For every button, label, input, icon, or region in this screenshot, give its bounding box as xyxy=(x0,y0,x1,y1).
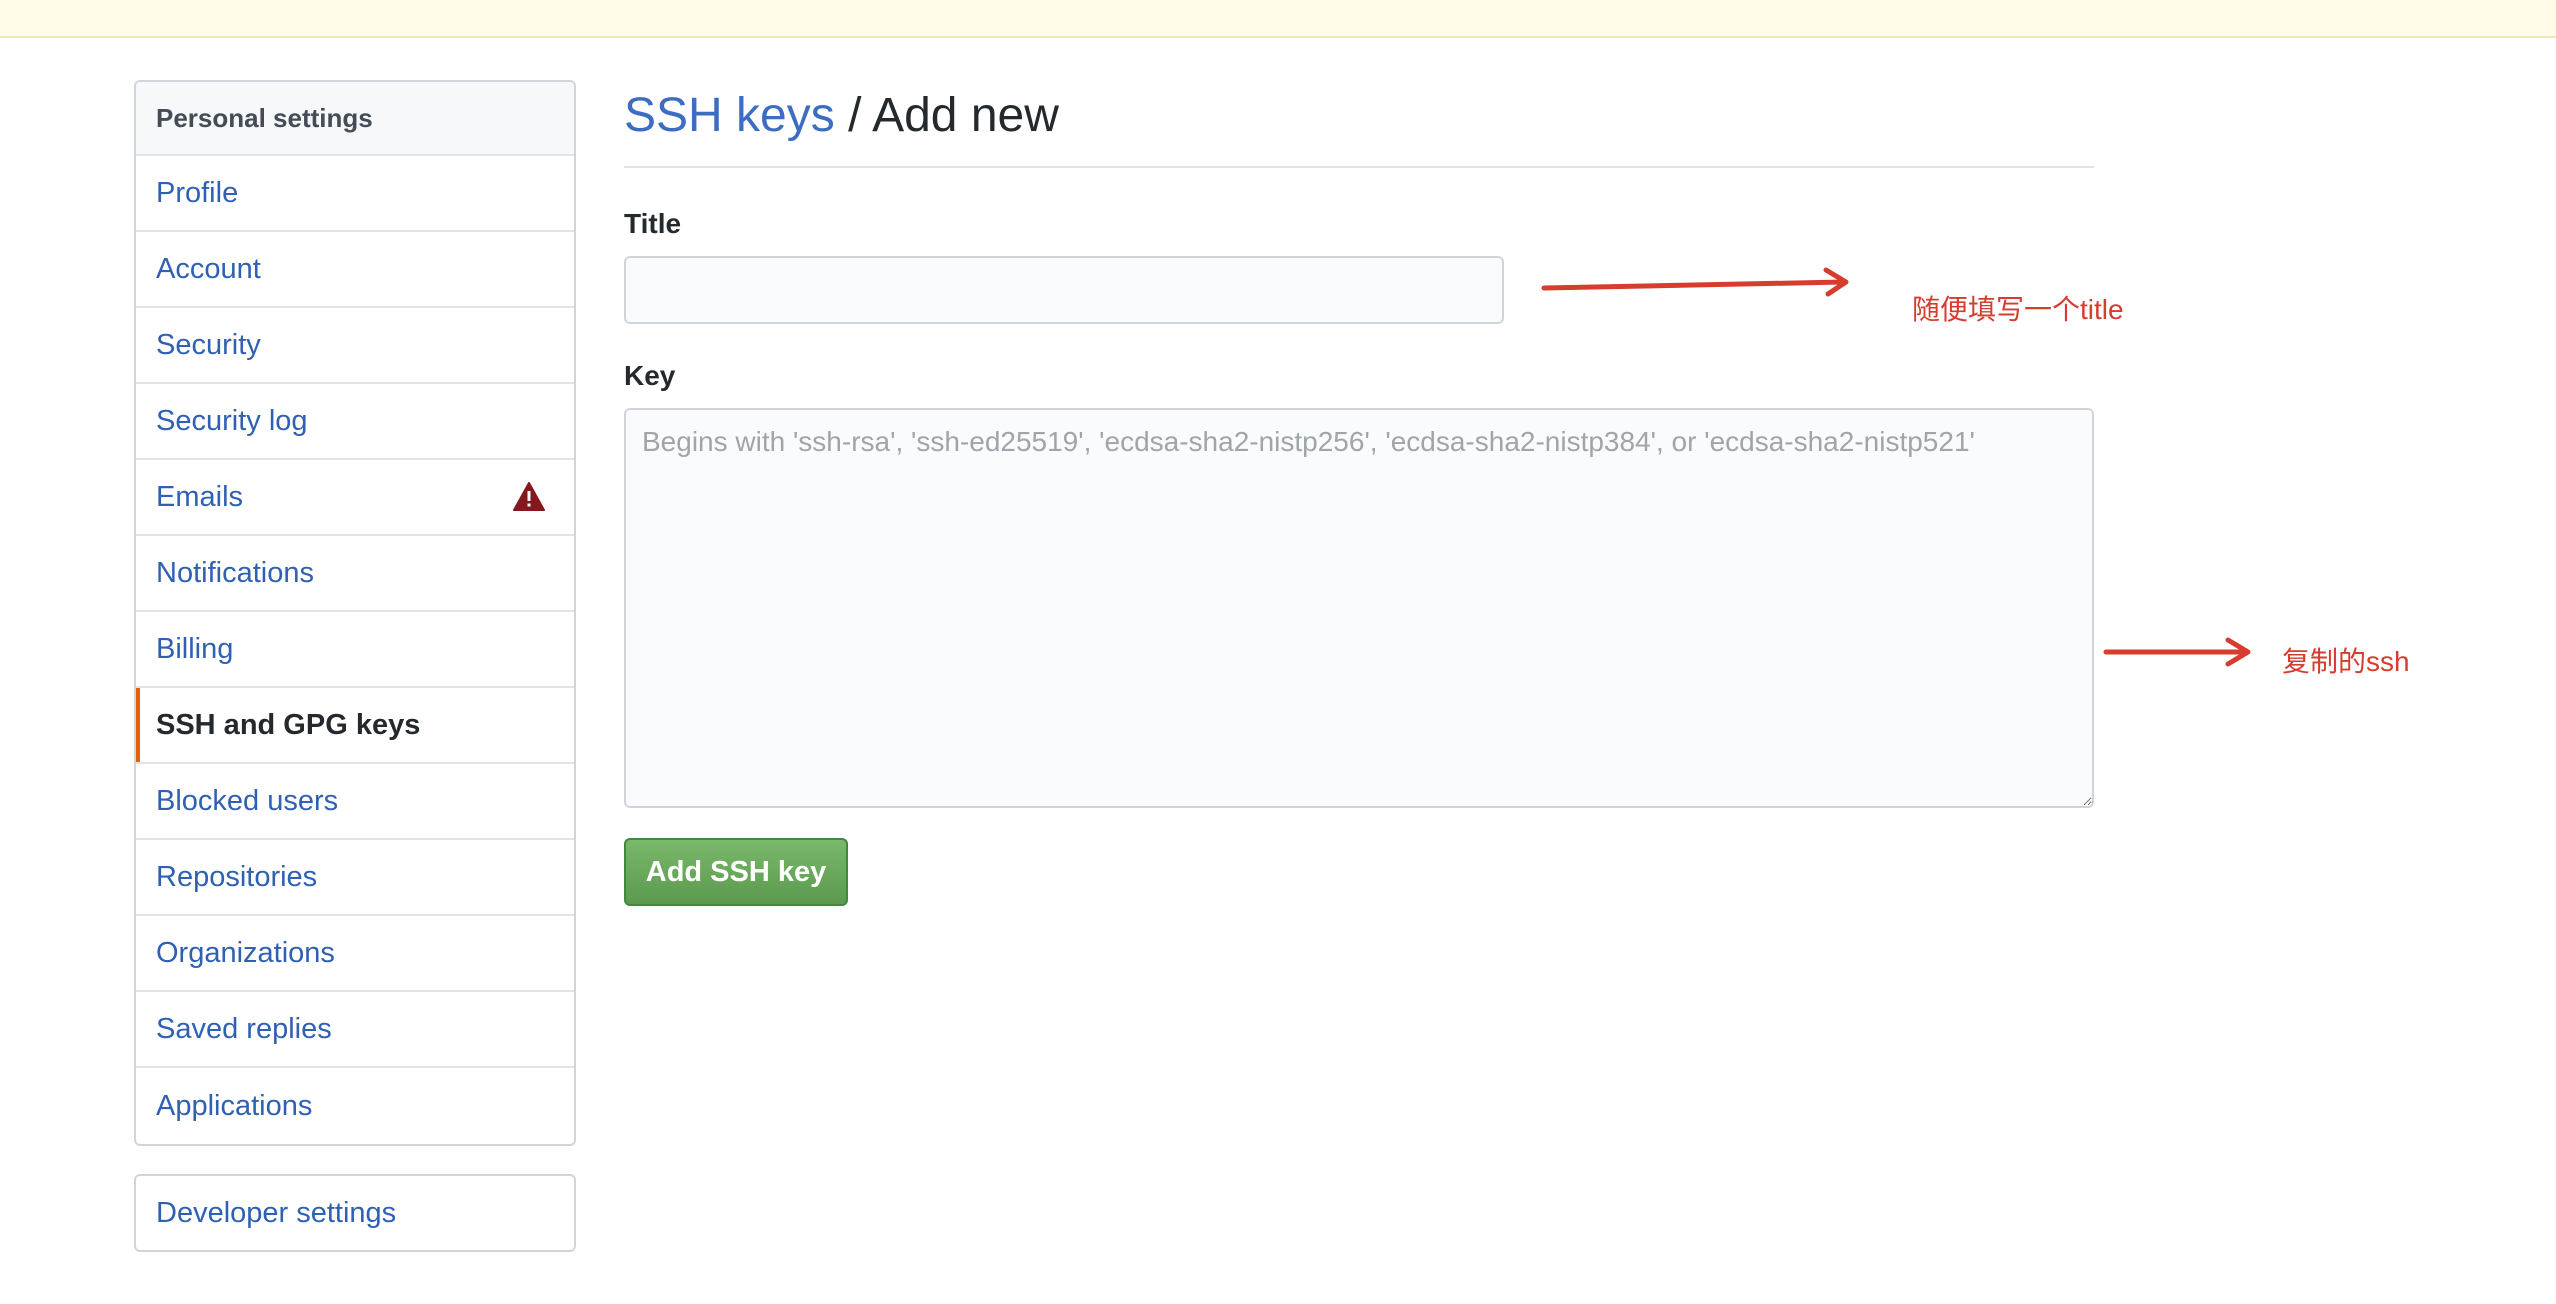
sidebar-item-developer-settings[interactable]: Developer settings xyxy=(134,1174,576,1252)
sidebar-item-label: Notifications xyxy=(156,556,314,589)
sidebar-item-applications[interactable]: Applications xyxy=(136,1068,574,1144)
sidebar-item-label: Applications xyxy=(156,1089,313,1122)
sidebar-item-security[interactable]: Security xyxy=(136,308,574,384)
sidebar-item-notifications[interactable]: Notifications xyxy=(136,536,574,612)
page-title: SSH keys / Add new xyxy=(624,84,2094,168)
sidebar-item-repositories[interactable]: Repositories xyxy=(136,840,574,916)
sidebar-item-label: SSH and GPG keys xyxy=(156,708,421,741)
add-ssh-key-button[interactable]: Add SSH key xyxy=(624,838,848,906)
sidebar-item-billing[interactable]: Billing xyxy=(136,612,574,688)
sidebar-item-label: Account xyxy=(156,252,261,285)
sidebar-item-ssh-gpg-keys[interactable]: SSH and GPG keys xyxy=(136,688,574,764)
sidebar-item-emails[interactable]: Emails xyxy=(136,460,574,536)
sidebar-item-label: Billing xyxy=(156,632,234,665)
key-annotation: 复制的ssh xyxy=(2282,646,2410,677)
sidebar-header: Personal settings xyxy=(136,82,574,156)
sidebar-item-label: Profile xyxy=(156,176,239,209)
sidebar-item-profile[interactable]: Profile xyxy=(136,156,574,232)
sidebar-item-security-log[interactable]: Security log xyxy=(136,384,574,460)
sidebar-item-saved-replies[interactable]: Saved replies xyxy=(136,992,574,1068)
title-input[interactable] xyxy=(624,256,1504,324)
alert-icon xyxy=(513,482,545,511)
sidebar-item-label: Organizations xyxy=(156,936,335,969)
sidebar-item-label: Repositories xyxy=(156,860,318,893)
sidebar-item-label: Saved replies xyxy=(156,1012,332,1045)
sidebar-item-account[interactable]: Account xyxy=(136,232,574,308)
sidebar-item-label: Emails xyxy=(156,480,244,513)
sidebar-item-label: Security xyxy=(156,328,261,361)
arrow-icon xyxy=(2103,637,2251,667)
key-textarea[interactable] xyxy=(624,408,2094,808)
breadcrumb-ssh-keys-link[interactable]: SSH keys xyxy=(624,89,835,142)
notice-bar xyxy=(0,0,2556,38)
sidebar-item-label: Security log xyxy=(156,404,308,437)
breadcrumb-current: / Add new xyxy=(834,89,1059,142)
title-annotation: 随便填写一个title xyxy=(1912,294,2124,325)
sidebar-item-label: Blocked users xyxy=(156,784,339,817)
arrow-icon xyxy=(1541,267,1849,297)
sidebar-item-blocked-users[interactable]: Blocked users xyxy=(136,764,574,840)
settings-sidebar: Personal settings Profile Account Securi… xyxy=(134,80,576,1146)
sidebar-item-organizations[interactable]: Organizations xyxy=(136,916,574,992)
title-label: Title xyxy=(624,208,682,239)
key-label: Key xyxy=(624,360,676,391)
sidebar-item-label: Developer settings xyxy=(156,1196,397,1229)
